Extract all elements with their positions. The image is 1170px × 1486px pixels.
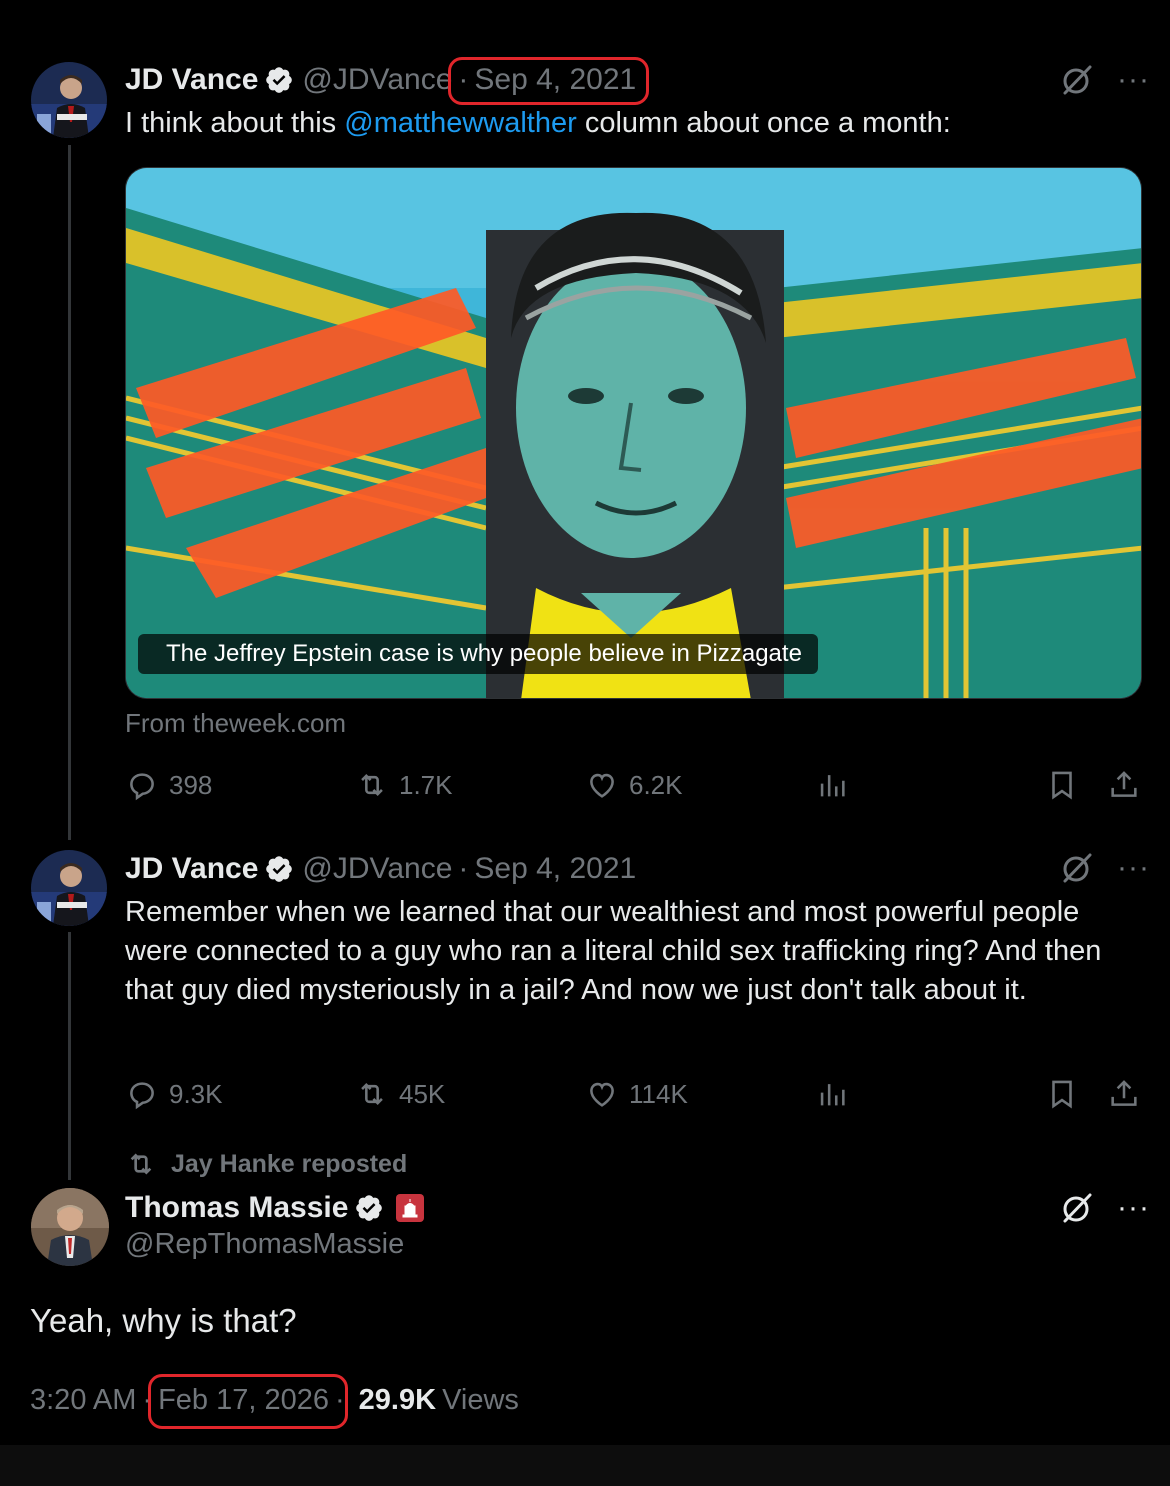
more-icon[interactable]: ··· — [1117, 1193, 1150, 1223]
share-icon — [1111, 1080, 1137, 1106]
tweet-top-actions: ··· — [1059, 850, 1150, 886]
bookmark-icon — [1052, 1080, 1072, 1109]
author-name[interactable]: JD Vance — [125, 63, 258, 97]
reply-button[interactable]: 9.3K — [125, 1074, 223, 1114]
reply-icon — [130, 773, 154, 801]
repost-count: 45K — [399, 1078, 446, 1109]
like-button[interactable]: 114K — [585, 1074, 688, 1114]
date-highlight-box — [448, 57, 649, 105]
card-source[interactable]: From theweek.com — [125, 708, 346, 739]
separator: · — [458, 852, 469, 885]
like-icon — [590, 1082, 614, 1107]
repost-icon — [361, 1082, 383, 1106]
link-card[interactable]: The Jeffrey Epstein case is why people b… — [125, 167, 1142, 699]
repost-indicator[interactable]: Jay Hanke reposted — [125, 1148, 407, 1180]
more-icon[interactable]: ··· — [1117, 853, 1150, 883]
repost-label: Jay Hanke reposted — [171, 1149, 408, 1178]
main-post-text: Yeah, why is that? — [30, 1302, 297, 1339]
author-handle[interactable]: @JDVance — [302, 852, 452, 886]
verified-badge-icon — [264, 65, 294, 95]
avatar[interactable] — [31, 62, 107, 138]
like-count: 6.2K — [629, 769, 683, 800]
bookmark-icon — [1052, 771, 1072, 800]
views-icon — [820, 1084, 845, 1106]
verified-badge-icon — [264, 854, 294, 884]
tweet-top-actions: ··· — [1059, 62, 1150, 98]
tweet-text: Remember when we learned that our wealth… — [125, 896, 1102, 1006]
repost-icon — [130, 1153, 152, 1175]
post-date[interactable]: Sep 4, 2021 — [474, 852, 636, 886]
reply-count: 398 — [169, 769, 213, 800]
card-caption: The Jeffrey Epstein case is why people b… — [138, 634, 818, 674]
tweet-header: JD Vance @JDVance · Sep 4, 2021 — [125, 849, 636, 889]
card-image — [126, 168, 1141, 698]
grok-icon[interactable] — [1059, 850, 1095, 886]
tweet-text: I think about this @matthewwalther colum… — [125, 107, 951, 139]
reply-icon — [130, 1082, 154, 1110]
thread-page: JD Vance @JDVance · Sep 4, 2021 ··· I th… — [0, 0, 1170, 1445]
mention-link[interactable]: @matthewwalther — [344, 107, 577, 139]
share-button[interactable] — [1107, 1074, 1141, 1114]
thread-connector — [68, 932, 71, 1180]
views-count[interactable]: 29.9K — [359, 1384, 436, 1417]
avatar[interactable] — [31, 850, 107, 926]
tweet-actions: 398 1.7K 6.2K — [125, 765, 1145, 805]
thread-connector — [68, 145, 71, 840]
views-label: Views — [442, 1383, 519, 1416]
tweet-actions: 9.3K 45K 114K — [125, 1074, 1145, 1114]
like-count: 114K — [629, 1078, 688, 1109]
avatar[interactable] — [31, 1188, 109, 1266]
date-highlight-box — [148, 1374, 348, 1429]
like-button[interactable]: 6.2K — [585, 765, 683, 805]
capitol-badge-icon — [396, 1194, 425, 1222]
repost-button[interactable]: 1.7K — [355, 765, 453, 805]
post-time[interactable]: 3:20 AM — [30, 1384, 136, 1417]
bookmark-button[interactable] — [1045, 1074, 1079, 1114]
tweet-top-actions: ··· — [1059, 1190, 1150, 1226]
footer-band — [0, 1445, 1170, 1486]
more-icon[interactable]: ··· — [1117, 65, 1150, 95]
share-icon — [1111, 771, 1137, 797]
views-icon — [820, 775, 845, 797]
reply-button[interactable]: 398 — [125, 765, 212, 805]
reply-count: 9.3K — [169, 1078, 223, 1109]
views-button[interactable] — [815, 1074, 849, 1114]
tweet-header: Thomas Massie — [125, 1188, 425, 1228]
grok-icon[interactable] — [1059, 1190, 1095, 1226]
grok-icon[interactable] — [1059, 62, 1095, 98]
author-handle[interactable]: @JDVance — [302, 63, 452, 97]
repost-button[interactable]: 45K — [355, 1074, 445, 1114]
share-button[interactable] — [1107, 765, 1141, 805]
verified-badge-icon — [354, 1193, 384, 1223]
repost-icon — [361, 773, 383, 797]
views-button[interactable] — [815, 765, 849, 805]
author-name[interactable]: JD Vance — [125, 852, 258, 886]
like-icon — [590, 773, 614, 798]
repost-count: 1.7K — [399, 769, 453, 800]
author-name[interactable]: Thomas Massie — [125, 1191, 348, 1225]
author-handle[interactable]: @RepThomasMassie — [125, 1228, 404, 1261]
bookmark-button[interactable] — [1045, 765, 1079, 805]
